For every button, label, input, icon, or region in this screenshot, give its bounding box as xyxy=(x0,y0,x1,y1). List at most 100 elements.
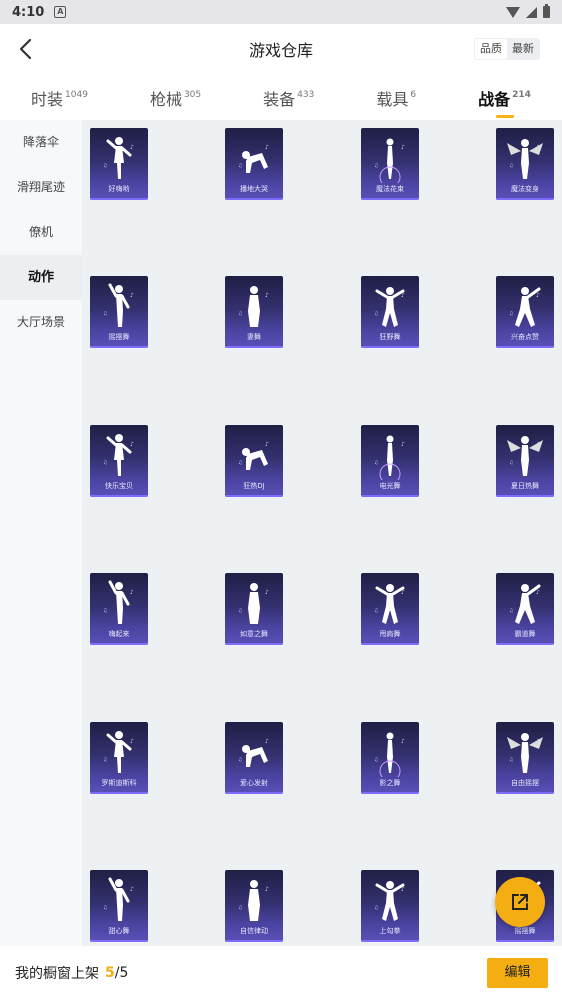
svg-text:♫: ♫ xyxy=(103,905,107,911)
svg-text:♫: ♫ xyxy=(374,163,378,169)
svg-text:♪: ♪ xyxy=(265,589,269,596)
tab-guns[interactable]: 枪械 305 xyxy=(150,86,201,110)
emote-card[interactable]: ♪ ♫ 电光舞 xyxy=(361,425,419,497)
tab-equipment[interactable]: 装备 433 xyxy=(263,86,314,110)
svg-text:♫: ♫ xyxy=(509,460,513,466)
emote-card-name: 嗨起来 xyxy=(108,630,130,638)
tab-label: 战备 xyxy=(478,90,511,109)
dancer-figure-icon: ♪♫ xyxy=(103,731,134,773)
svg-text:♫: ♫ xyxy=(103,460,107,466)
dancer-figure-icon: ♪♫ xyxy=(103,434,134,476)
emote-card[interactable]: ♪ ♫ 嗨起来 xyxy=(90,573,148,645)
sidebar-item-parachute[interactable]: 降落伞 xyxy=(0,120,82,165)
dancer-figure-icon: ♪♫ xyxy=(374,732,405,777)
emote-card-name: 快乐宝贝 xyxy=(105,482,133,490)
emote-card-name: 自由摇摆 xyxy=(511,779,539,787)
sidebar-item-lobby-scene[interactable]: 大厅场景 xyxy=(0,300,82,345)
svg-text:♪: ♪ xyxy=(536,441,540,448)
emote-card-name: 霸道舞 xyxy=(514,630,536,638)
emote-card-name: 罗斯迪斯科 xyxy=(101,779,137,787)
svg-text:♪: ♪ xyxy=(536,144,540,151)
sort-quality-button[interactable]: 品质 xyxy=(475,39,507,59)
svg-text:♫: ♫ xyxy=(103,311,107,317)
category-tabs: 时装 1049 枪械 305 装备 433 载具 6 战备 214 xyxy=(0,74,562,120)
emote-card[interactable]: ♪ ♫ 播地大哭 xyxy=(225,128,283,200)
emote-card[interactable]: ♪ ♫ 摇摆舞 xyxy=(90,276,148,348)
chevron-left-icon xyxy=(19,38,32,60)
dancer-figure-icon: ♪♫ xyxy=(507,436,543,476)
dancer-figure-icon: ♪♫ xyxy=(103,877,134,921)
emote-card[interactable]: ♪ ♫ 夏日热舞 xyxy=(496,425,554,497)
dancer-figure-icon: ♪♫ xyxy=(238,144,269,173)
svg-text:♪: ♪ xyxy=(265,292,269,299)
tab-label: 载具 xyxy=(376,90,409,109)
emote-card[interactable]: ♪ ♫ 自信律动 xyxy=(225,870,283,942)
svg-text:♫: ♫ xyxy=(238,757,242,763)
emote-card-name: 妻舞 xyxy=(247,333,261,341)
emote-card[interactable]: ♪ ♫ 如意之舞 xyxy=(225,573,283,645)
sort-toggle: 品质 最新 xyxy=(474,38,540,60)
svg-text:♪: ♪ xyxy=(536,589,540,596)
emote-card[interactable]: ♪ ♫ 影之舞 xyxy=(361,722,419,794)
svg-text:♫: ♫ xyxy=(374,757,378,763)
svg-text:♫: ♫ xyxy=(238,460,242,466)
signal-icon xyxy=(526,6,537,18)
emote-card-name: 魔法变身 xyxy=(511,185,539,193)
emote-card[interactable]: ♪ ♫ 罗斯迪斯科 xyxy=(90,722,148,794)
share-button[interactable] xyxy=(495,877,545,927)
sort-latest-button[interactable]: 最新 xyxy=(507,39,539,59)
dancer-figure-icon: ♪♫ xyxy=(238,286,269,327)
sidebar-item-glide-trail[interactable]: 滑翔尾迹 xyxy=(0,165,82,210)
emote-card[interactable]: ♪ ♫ 上勾拳 xyxy=(361,870,419,942)
svg-text:♪: ♪ xyxy=(536,738,540,745)
emote-card[interactable]: ♪ ♫ 魔法变身 xyxy=(496,128,554,200)
svg-text:♫: ♫ xyxy=(374,460,378,466)
svg-text:♫: ♫ xyxy=(103,163,107,169)
svg-text:♪: ♪ xyxy=(130,738,134,745)
emote-card[interactable]: ♪ ♫ 狂热DJ xyxy=(225,425,283,497)
back-button[interactable] xyxy=(16,36,40,62)
edit-button[interactable]: 编辑 xyxy=(487,958,548,988)
battery-icon xyxy=(543,4,550,18)
emote-card[interactable]: ♪ ♫ 自由摇摆 xyxy=(496,722,554,794)
emote-card[interactable]: ♪ ♫ 兴奋点赞 xyxy=(496,276,554,348)
dancer-figure-icon: ♪♫ xyxy=(238,583,269,624)
svg-text:♫: ♫ xyxy=(374,608,378,614)
svg-text:♪: ♪ xyxy=(401,589,405,596)
svg-text:♫: ♫ xyxy=(103,608,107,614)
tab-vehicles[interactable]: 载具 6 xyxy=(376,86,416,110)
tab-combat-gear[interactable]: 战备 214 xyxy=(478,86,531,118)
emote-card-name: 夏日热舞 xyxy=(511,482,539,490)
sidebar-item-wingman[interactable]: 僚机 xyxy=(0,210,82,255)
showcase-current-count: 5 xyxy=(105,964,115,981)
emote-card[interactable]: ♪ ♫ 狂野舞 xyxy=(361,276,419,348)
tab-count: 214 xyxy=(512,90,531,100)
emote-card[interactable]: ♪ ♫ 甜心舞 xyxy=(90,870,148,942)
tab-active-indicator xyxy=(495,115,514,118)
svg-text:♫: ♫ xyxy=(238,905,242,911)
svg-text:♪: ♪ xyxy=(401,738,405,745)
emote-card[interactable]: ♪ ♫ 快乐宝贝 xyxy=(90,425,148,497)
svg-text:♫: ♫ xyxy=(238,163,242,169)
emote-card[interactable]: ♪ ♫ 霸道舞 xyxy=(496,573,554,645)
header: 游戏仓库 品质 最新 xyxy=(0,24,562,74)
emote-card[interactable]: ♪ ♫ 好嗨哟 xyxy=(90,128,148,200)
sidebar-item-emotes[interactable]: 动作 xyxy=(0,255,82,300)
emote-card-name: 摇摆舞 xyxy=(108,333,130,341)
tab-fashion[interactable]: 时装 1049 xyxy=(31,86,88,110)
tab-label: 时装 xyxy=(31,90,64,109)
svg-text:♪: ♪ xyxy=(130,144,134,151)
dancer-figure-icon: ♪♫ xyxy=(507,733,543,773)
emote-card-name: 狂野舞 xyxy=(379,333,401,341)
emote-card-name: 上勾拳 xyxy=(379,927,401,935)
dancer-figure-icon: ♪♫ xyxy=(103,137,134,179)
emote-card-name: 兴奋点赞 xyxy=(511,333,539,341)
emote-card[interactable]: ♪ ♫ 妻舞 xyxy=(225,276,283,348)
svg-text:♪: ♪ xyxy=(130,292,134,299)
emote-card[interactable]: ♪ ♫ 爱心发射 xyxy=(225,722,283,794)
emote-card-name: 魔法花束 xyxy=(376,185,404,193)
emote-card[interactable]: ♪ ♫ 甩肩舞 xyxy=(361,573,419,645)
sidebar: 降落伞 滑翔尾迹 僚机 动作 大厅场景 xyxy=(0,120,82,946)
emote-card[interactable]: ♪ ♫ 魔法花束 xyxy=(361,128,419,200)
svg-text:♪: ♪ xyxy=(401,292,405,299)
